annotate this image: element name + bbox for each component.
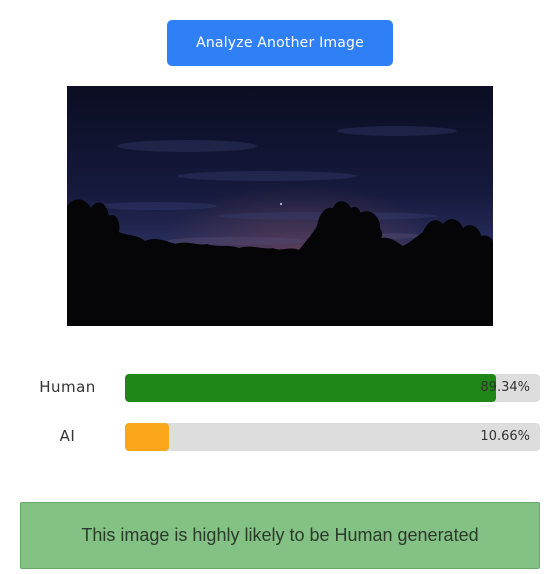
analyzed-image: [67, 86, 493, 326]
human-progress-bar: 89.34%: [125, 374, 540, 402]
verdict-message: This image is highly likely to be Human …: [20, 502, 540, 569]
ai-percentage: 10.66%: [480, 429, 530, 444]
ai-label: AI: [59, 427, 76, 445]
ai-progress-fill: [125, 423, 170, 451]
human-percentage: 89.34%: [480, 380, 530, 395]
human-label: Human: [39, 378, 96, 396]
ai-progress-bar: 10.66%: [125, 423, 540, 451]
analyze-another-image-button[interactable]: Analyze Another Image: [167, 20, 393, 66]
human-progress-fill: [125, 374, 496, 402]
